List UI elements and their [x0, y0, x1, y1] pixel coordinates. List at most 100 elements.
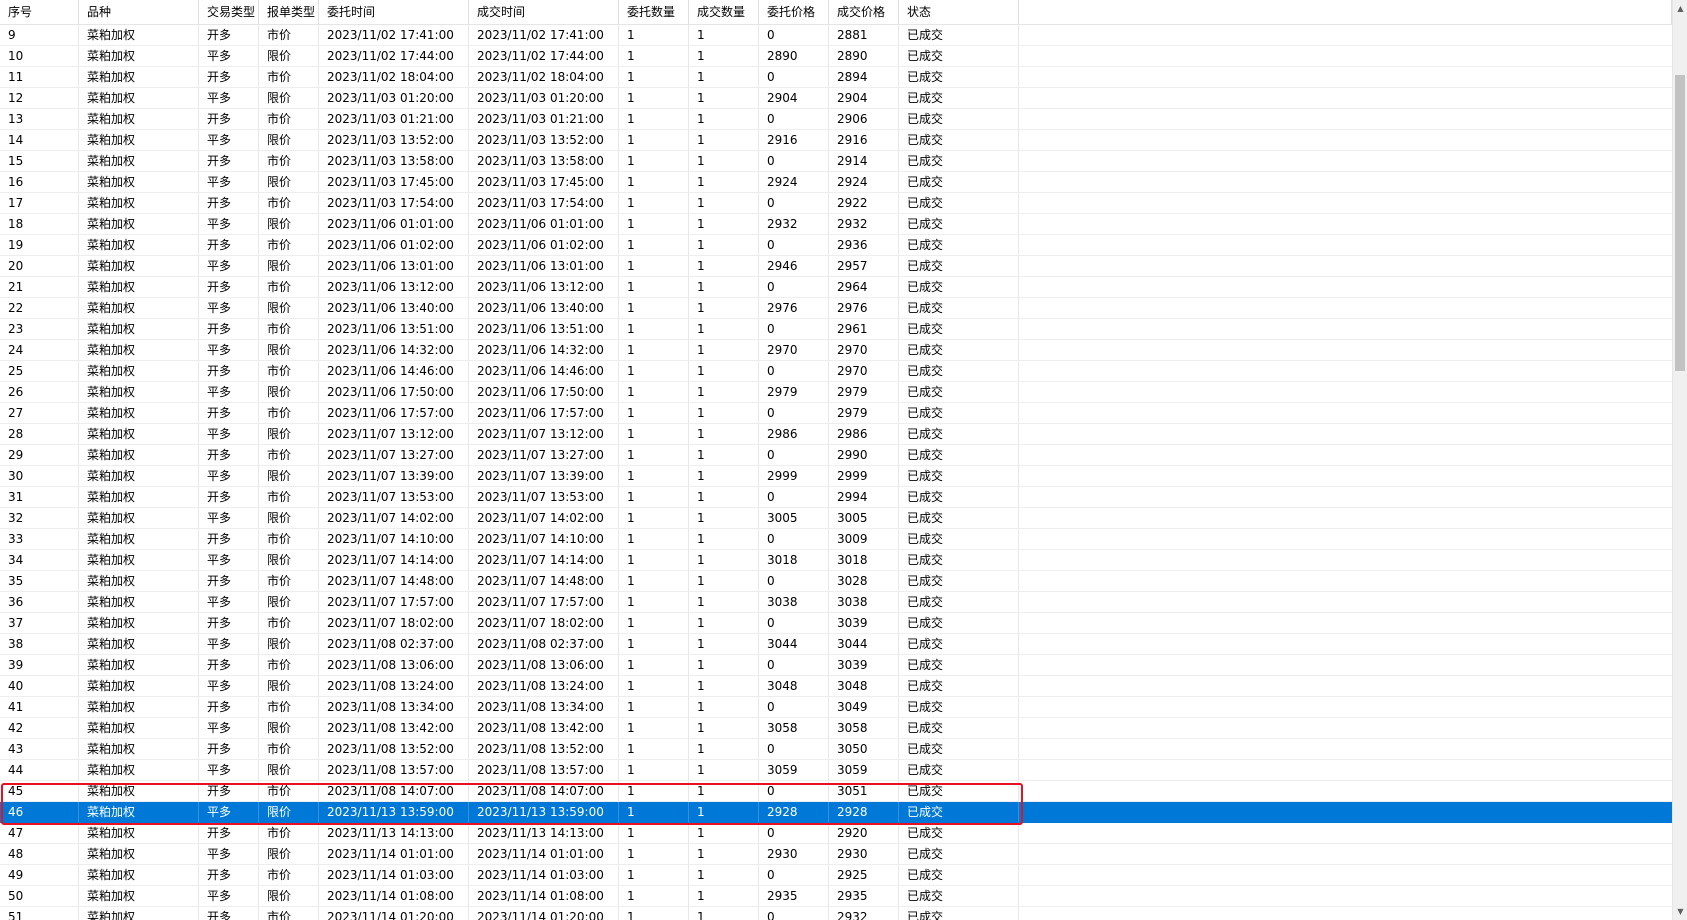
table-cell: 菜粕加权 [79, 550, 199, 571]
table-cell: 2023/11/06 13:51:00 [469, 319, 619, 340]
table-cell: 2023/11/07 13:12:00 [469, 424, 619, 445]
table-cell: 平多 [199, 844, 259, 865]
table-row[interactable]: 33 菜粕加权 开多 市价 2023/11/07 14:10:00 2023/11/07 … [0, 529, 1672, 550]
row-filler [1019, 214, 1672, 235]
table-row[interactable]: 50 菜粕加权 平多 限价 2023/11/14 01:08:00 2023/11/14 … [0, 886, 1672, 907]
orders-grid[interactable]: 序号 品种 交易类型 报单类型 委托时间 成交时间 委托数量 成交数量 委托价格 成交价格 状态 9… [0, 0, 1672, 920]
table-cell: 市价 [259, 613, 319, 634]
table-row[interactable]: 11 菜粕加权 开多 市价 2023/11/02 18:04:00 2023/11/02 … [0, 67, 1672, 88]
table-cell: 限价 [259, 214, 319, 235]
table-cell: 2925 [829, 865, 899, 886]
table-row[interactable]: 15 菜粕加权 开多 市价 2023/11/03 13:58:00 2023/11/03 … [0, 151, 1672, 172]
table-row[interactable]: 36 菜粕加权 平多 限价 2023/11/07 17:57:00 2023/11/07 … [0, 592, 1672, 613]
column-header[interactable]: 委托价格 [759, 0, 829, 24]
table-row[interactable]: 17 菜粕加权 开多 市价 2023/11/03 17:54:00 2023/11/03 … [0, 193, 1672, 214]
table-row[interactable]: 43 菜粕加权 开多 市价 2023/11/08 13:52:00 2023/11/08 … [0, 739, 1672, 760]
table-row[interactable]: 21 菜粕加权 开多 市价 2023/11/06 13:12:00 2023/11/06 … [0, 277, 1672, 298]
table-cell: 44 [0, 760, 79, 781]
table-row[interactable]: 35 菜粕加权 开多 市价 2023/11/07 14:48:00 2023/11/07 … [0, 571, 1672, 592]
table-cell: 3051 [829, 781, 899, 802]
table-cell: 25 [0, 361, 79, 382]
table-cell: 2999 [829, 466, 899, 487]
column-header[interactable]: 序号 [0, 0, 79, 24]
vertical-scrollbar[interactable]: ▲ ▼ [1672, 0, 1687, 920]
table-row[interactable]: 19 菜粕加权 开多 市价 2023/11/06 01:02:00 2023/11/06 … [0, 235, 1672, 256]
table-cell: 2023/11/08 13:42:00 [469, 718, 619, 739]
table-cell: 1 [619, 151, 689, 172]
table-cell: 已成交 [899, 46, 1019, 67]
table-row[interactable]: 42 菜粕加权 平多 限价 2023/11/08 13:42:00 2023/11/08 … [0, 718, 1672, 739]
table-cell: 1 [689, 865, 759, 886]
table-row[interactable]: 20 菜粕加权 平多 限价 2023/11/06 13:01:00 2023/11/06 … [0, 256, 1672, 277]
table-row[interactable]: 32 菜粕加权 平多 限价 2023/11/07 14:02:00 2023/11/07 … [0, 508, 1672, 529]
table-cell: 0 [759, 823, 829, 844]
table-row[interactable]: 25 菜粕加权 开多 市价 2023/11/06 14:46:00 2023/11/06 … [0, 361, 1672, 382]
table-cell: 1 [619, 844, 689, 865]
table-row[interactable]: 9 菜粕加权 开多 市价 2023/11/02 17:41:00 2023/11/02 1… [0, 25, 1672, 46]
table-cell: 1 [689, 571, 759, 592]
table-cell: 限价 [259, 466, 319, 487]
table-cell: 2023/11/03 13:58:00 [319, 151, 469, 172]
table-row[interactable]: 41 菜粕加权 开多 市价 2023/11/08 13:34:00 2023/11/08 … [0, 697, 1672, 718]
table-cell: 49 [0, 865, 79, 886]
table-row[interactable]: 18 菜粕加权 平多 限价 2023/11/06 01:01:00 2023/11/06 … [0, 214, 1672, 235]
table-row[interactable]: 23 菜粕加权 开多 市价 2023/11/06 13:51:00 2023/11/06 … [0, 319, 1672, 340]
table-row[interactable]: 40 菜粕加权 平多 限价 2023/11/08 13:24:00 2023/11/08 … [0, 676, 1672, 697]
table-row[interactable]: 14 菜粕加权 平多 限价 2023/11/03 13:52:00 2023/11/03 … [0, 130, 1672, 151]
column-header[interactable]: 成交价格 [829, 0, 899, 24]
table-cell: 开多 [199, 823, 259, 844]
table-row[interactable]: 24 菜粕加权 平多 限价 2023/11/06 14:32:00 2023/11/06 … [0, 340, 1672, 361]
table-row[interactable]: 46 菜粕加权 平多 限价 2023/11/13 13:59:00 2023/11/13 … [0, 802, 1672, 823]
table-cell: 17 [0, 193, 79, 214]
table-row[interactable]: 31 菜粕加权 开多 市价 2023/11/07 13:53:00 2023/11/07 … [0, 487, 1672, 508]
column-header[interactable]: 委托数量 [619, 0, 689, 24]
table-row[interactable]: 44 菜粕加权 平多 限价 2023/11/08 13:57:00 2023/11/08 … [0, 760, 1672, 781]
table-row[interactable]: 38 菜粕加权 平多 限价 2023/11/08 02:37:00 2023/11/08 … [0, 634, 1672, 655]
table-row[interactable]: 48 菜粕加权 平多 限价 2023/11/14 01:01:00 2023/11/14 … [0, 844, 1672, 865]
table-cell: 1 [619, 802, 689, 823]
table-cell: 2023/11/08 13:34:00 [319, 697, 469, 718]
table-row[interactable]: 45 菜粕加权 开多 市价 2023/11/08 14:07:00 2023/11/08 … [0, 781, 1672, 802]
column-header[interactable]: 成交数量 [689, 0, 759, 24]
table-row[interactable]: 16 菜粕加权 平多 限价 2023/11/03 17:45:00 2023/11/03 … [0, 172, 1672, 193]
table-cell: 2922 [829, 193, 899, 214]
column-header[interactable]: 品种 [79, 0, 199, 24]
table-cell: 2023/11/08 14:07:00 [469, 781, 619, 802]
column-header[interactable]: 委托时间 [319, 0, 469, 24]
column-header[interactable]: 交易类型 [199, 0, 259, 24]
column-header[interactable]: 状态 [899, 0, 1019, 24]
chevron-down-icon[interactable]: ▼ [1673, 903, 1687, 920]
scroll-thumb[interactable] [1675, 75, 1685, 371]
table-row[interactable]: 51 菜粕加权 开多 市价 2023/11/14 01:20:00 2023/11/14 … [0, 907, 1672, 920]
table-cell: 菜粕加权 [79, 697, 199, 718]
table-cell: 菜粕加权 [79, 781, 199, 802]
table-row[interactable]: 47 菜粕加权 开多 市价 2023/11/13 14:13:00 2023/11/13 … [0, 823, 1672, 844]
table-cell: 2023/11/06 14:32:00 [469, 340, 619, 361]
table-cell: 限价 [259, 760, 319, 781]
table-cell: 2970 [759, 340, 829, 361]
table-row[interactable]: 29 菜粕加权 开多 市价 2023/11/07 13:27:00 2023/11/07 … [0, 445, 1672, 466]
column-header[interactable]: 报单类型 [259, 0, 319, 24]
table-row[interactable]: 49 菜粕加权 开多 市价 2023/11/14 01:03:00 2023/11/14 … [0, 865, 1672, 886]
table-row[interactable]: 22 菜粕加权 平多 限价 2023/11/06 13:40:00 2023/11/06 … [0, 298, 1672, 319]
table-row[interactable]: 28 菜粕加权 平多 限价 2023/11/07 13:12:00 2023/11/07 … [0, 424, 1672, 445]
table-row[interactable]: 12 菜粕加权 平多 限价 2023/11/03 01:20:00 2023/11/03 … [0, 88, 1672, 109]
table-row[interactable]: 39 菜粕加权 开多 市价 2023/11/08 13:06:00 2023/11/08 … [0, 655, 1672, 676]
table-cell: 菜粕加权 [79, 172, 199, 193]
table-row[interactable]: 13 菜粕加权 开多 市价 2023/11/03 01:21:00 2023/11/03 … [0, 109, 1672, 130]
table-row[interactable]: 34 菜粕加权 平多 限价 2023/11/07 14:14:00 2023/11/07 … [0, 550, 1672, 571]
table-row[interactable]: 26 菜粕加权 平多 限价 2023/11/06 17:50:00 2023/11/06 … [0, 382, 1672, 403]
chevron-up-icon[interactable]: ▲ [1673, 0, 1687, 17]
table-cell: 27 [0, 403, 79, 424]
column-header[interactable]: 成交时间 [469, 0, 619, 24]
table-cell: 2916 [759, 130, 829, 151]
table-row[interactable]: 27 菜粕加权 开多 市价 2023/11/06 17:57:00 2023/11/06 … [0, 403, 1672, 424]
table-cell: 1 [619, 487, 689, 508]
table-row[interactable]: 37 菜粕加权 开多 市价 2023/11/07 18:02:00 2023/11/07 … [0, 613, 1672, 634]
table-row[interactable]: 10 菜粕加权 平多 限价 2023/11/02 17:44:00 2023/11/02 … [0, 46, 1672, 67]
table-cell: 1 [689, 907, 759, 920]
table-row[interactable]: 30 菜粕加权 平多 限价 2023/11/07 13:39:00 2023/11/07 … [0, 466, 1672, 487]
table-cell: 平多 [199, 592, 259, 613]
table-cell: 限价 [259, 592, 319, 613]
table-cell: 0 [759, 529, 829, 550]
